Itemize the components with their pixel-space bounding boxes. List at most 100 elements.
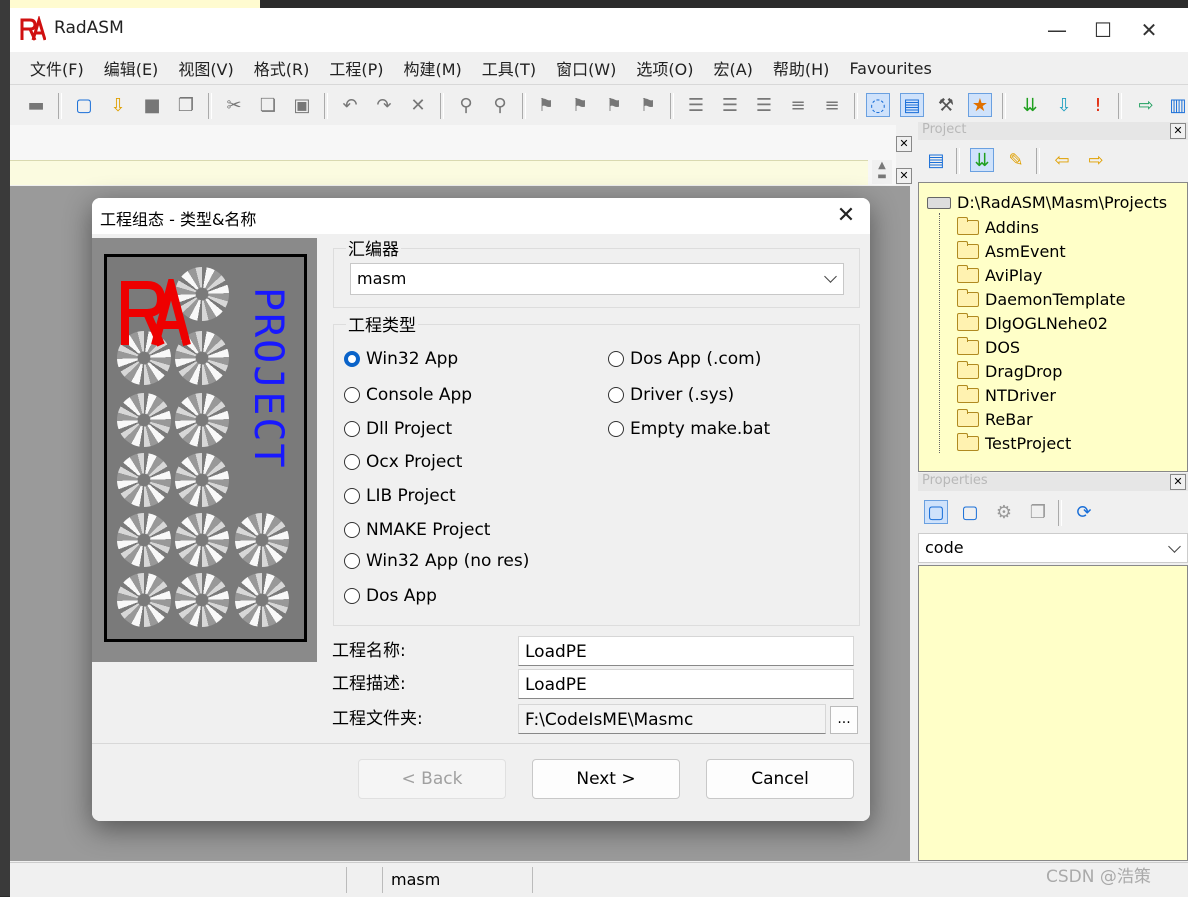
menu-build[interactable]: 构建(M)	[394, 56, 472, 80]
bookmark-toggle-icon[interactable]: ⚑	[534, 93, 558, 117]
find-icon[interactable]: ⚲	[454, 93, 478, 117]
tree-item[interactable]: Addins	[957, 217, 1039, 237]
prop-data-icon[interactable]: ▢	[958, 500, 982, 524]
copy-icon[interactable]: ❏	[256, 93, 280, 117]
output-close-icon[interactable]: ✕	[896, 136, 912, 152]
radio-nmake-project[interactable]: NMAKE Project	[344, 520, 490, 540]
menu-view[interactable]: 视图(V)	[168, 56, 243, 80]
tree-item[interactable]: DOS	[957, 337, 1020, 357]
prop-refresh-icon[interactable]: ⟳	[1072, 500, 1096, 524]
radio-win32-app-no-res[interactable]: Win32 App (no res)	[344, 551, 529, 571]
output-window-icon[interactable]: ◌	[866, 93, 890, 117]
radio-dll-project[interactable]: Dll Project	[344, 419, 452, 439]
tree-item[interactable]: NTDriver	[957, 385, 1056, 405]
menu-project[interactable]: 工程(P)	[319, 56, 393, 80]
menu-tools[interactable]: 工具(T)	[472, 56, 546, 80]
open-file-icon[interactable]: ⇩	[106, 93, 130, 117]
tools-icon[interactable]: ⚒	[934, 93, 958, 117]
radio-dos-app-com[interactable]: Dos App (.com)	[608, 349, 761, 369]
bookmark-clear-icon[interactable]: ⚑	[636, 93, 660, 117]
save-all-icon[interactable]: ❐	[174, 93, 198, 117]
help-icon[interactable]: ▥	[1166, 93, 1188, 117]
tree-item-label: NTDriver	[985, 386, 1056, 405]
favourites-icon[interactable]: ★	[968, 93, 992, 117]
comment-icon[interactable]: ≡	[786, 93, 810, 117]
tree-item[interactable]: ReBar	[957, 409, 1033, 429]
back-button[interactable]: < Back	[358, 759, 506, 799]
bookmark-prev-icon[interactable]: ⚑	[602, 93, 626, 117]
radio-dos-app[interactable]: Dos App	[344, 586, 437, 606]
go-icon[interactable]: ⇩	[1052, 93, 1076, 117]
tree-item[interactable]: DlgOGLNehe02	[957, 313, 1108, 333]
properties-pane-close-icon[interactable]: ✕	[1170, 474, 1186, 490]
menu-edit[interactable]: 编辑(E)	[94, 56, 169, 80]
radio-console-app[interactable]: Console App	[344, 385, 472, 405]
menu-macro[interactable]: 宏(A)	[703, 56, 762, 80]
tree-item[interactable]: DragDrop	[957, 361, 1062, 381]
undo-icon[interactable]: ↶	[338, 93, 362, 117]
menu-file[interactable]: 文件(F)	[20, 56, 94, 80]
properties-list	[918, 565, 1188, 861]
maximize-button[interactable]: ☐	[1080, 8, 1126, 52]
prop-code-icon[interactable]: ▢	[924, 500, 948, 524]
tree-item[interactable]: TestProject	[957, 433, 1071, 453]
menu-options[interactable]: 选项(O)	[626, 56, 703, 80]
menu-favourites[interactable]: Favourites	[839, 59, 941, 78]
tree-item[interactable]: AsmEvent	[957, 241, 1066, 261]
radio-label: Empty make.bat	[630, 419, 771, 439]
radio-lib-project[interactable]: LIB Project	[344, 486, 456, 506]
prop-struct-icon[interactable]: ❐	[1026, 500, 1050, 524]
project-view-icon[interactable]: ▤	[924, 148, 948, 172]
radio-dot-icon	[344, 588, 360, 604]
project-folder-field[interactable]: F:\CodeIsME\Masmc	[518, 704, 826, 734]
next-button[interactable]: Next >	[532, 759, 680, 799]
strip-close-icon[interactable]: ✕	[896, 168, 912, 184]
prop-const-icon[interactable]: ⚙	[992, 500, 1016, 524]
radio-driver-sys[interactable]: Driver (.sys)	[608, 385, 734, 405]
folder-forward-icon[interactable]: ⇨	[1084, 148, 1108, 172]
assembler-select[interactable]: masm	[350, 263, 844, 295]
build-icon[interactable]: ⇊	[1018, 93, 1042, 117]
new-file-icon[interactable]: ▢	[72, 93, 96, 117]
radio-ocx-project[interactable]: Ocx Project	[344, 452, 462, 472]
properties-type-select[interactable]: code	[918, 533, 1188, 563]
run-icon[interactable]: !	[1086, 93, 1110, 117]
scroll-arrows-icon[interactable]: ▲ ▬	[872, 160, 892, 184]
close-button[interactable]: ✕	[1126, 8, 1172, 52]
browse-folder-button[interactable]: ...	[830, 706, 858, 734]
project-window-icon[interactable]: ▤	[900, 93, 924, 117]
project-pane-close-icon[interactable]: ✕	[1170, 123, 1186, 139]
cancel-button[interactable]: Cancel	[706, 759, 854, 799]
find-next-icon[interactable]: ⚲	[488, 93, 512, 117]
menu-window[interactable]: 窗口(W)	[546, 56, 626, 80]
minimize-button[interactable]: —	[1034, 8, 1080, 52]
folder-back-icon[interactable]: ⇦	[1050, 148, 1074, 172]
print-icon[interactable]: ▬	[24, 93, 48, 117]
radio-empty-make-bat[interactable]: Empty make.bat	[608, 419, 770, 439]
project-files-icon[interactable]: ⇊	[970, 148, 994, 172]
uncomment-icon[interactable]: ≡	[820, 93, 844, 117]
block-icon[interactable]: ☰	[684, 93, 708, 117]
save-icon[interactable]: ■	[140, 93, 164, 117]
indent-icon[interactable]: ☰	[718, 93, 742, 117]
tree-item[interactable]: AviPlay	[957, 265, 1042, 285]
redo-icon[interactable]: ↷	[372, 93, 396, 117]
menu-help[interactable]: 帮助(H)	[763, 56, 840, 80]
project-browse-icon[interactable]: ✎	[1004, 148, 1028, 172]
properties-toolbar: ▢ ▢ ⚙ ❐ ⟳	[918, 492, 1188, 532]
tree-item[interactable]: DaemonTemplate	[957, 289, 1126, 309]
outdent-icon[interactable]: ☰	[752, 93, 776, 117]
tree-root[interactable]: D:\RadASM\Masm\Projects	[927, 193, 1167, 212]
project-name-field[interactable]: LoadPE	[518, 636, 854, 666]
dialog-close-button[interactable]: ✕	[832, 202, 860, 230]
cut-icon[interactable]: ✂	[222, 93, 246, 117]
delete-icon[interactable]: ✕	[406, 93, 430, 117]
project-desc-field[interactable]: LoadPE	[518, 669, 854, 699]
radio-win32-app[interactable]: Win32 App	[344, 349, 458, 369]
radio-dot-icon	[344, 387, 360, 403]
tree-item-label: DaemonTemplate	[985, 290, 1126, 309]
menu-format[interactable]: 格式(R)	[244, 56, 320, 80]
paste-icon[interactable]: ▣	[290, 93, 314, 117]
export-icon[interactable]: ⇨	[1134, 93, 1158, 117]
bookmark-next-icon[interactable]: ⚑	[568, 93, 592, 117]
